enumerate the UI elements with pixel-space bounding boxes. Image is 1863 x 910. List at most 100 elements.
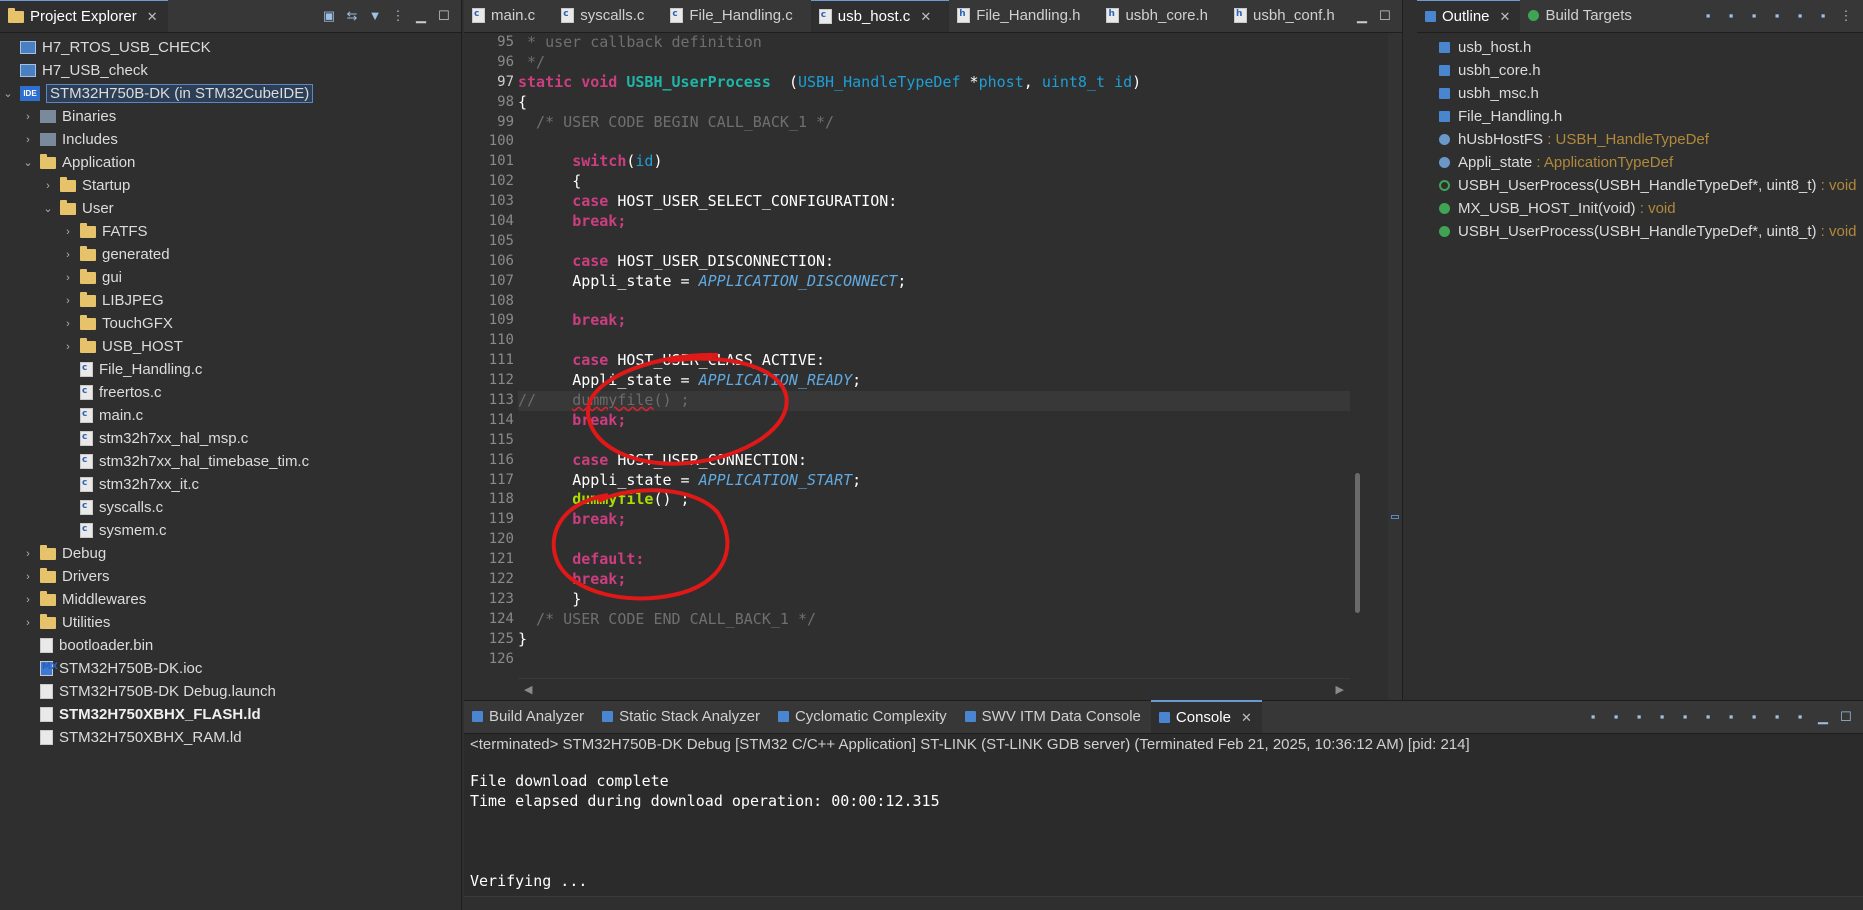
minimize-icon[interactable]: ▁	[1816, 709, 1830, 725]
tree-item[interactable]: sysmem.c	[0, 519, 461, 542]
chevron-right-icon[interactable]: ›	[22, 111, 34, 123]
tree-item[interactable]: freertos.c	[0, 381, 461, 404]
tree-item[interactable]: › gui	[0, 266, 461, 289]
scrollbar-thumb[interactable]	[1355, 473, 1360, 613]
chevron-right-icon[interactable]: ›	[62, 249, 74, 261]
link-editor-icon[interactable]: ⇆	[345, 8, 359, 24]
code-area[interactable]: * user callback definition */ static voi…	[518, 33, 1350, 678]
outline-item[interactable]: USBH_UserProcess(USBH_HandleTypeDef*, ui…	[1417, 174, 1863, 197]
tree-item[interactable]: stm32h7xx_hal_timebase_tim.c	[0, 450, 461, 473]
console-output[interactable]: File download complete Time elapsed durin…	[470, 771, 940, 891]
collapse-all-icon[interactable]: ▣	[322, 8, 336, 24]
chevron-right-icon[interactable]: ›	[22, 548, 34, 560]
close-icon[interactable]: ✕	[920, 9, 931, 25]
tree-item[interactable]: STM32H750B-DK Debug.launch	[0, 680, 461, 703]
tree-item[interactable]: › USB_HOST	[0, 335, 461, 358]
editor-tab[interactable]: usbh_core.h	[1098, 0, 1226, 32]
console-horizontal-scrollbar[interactable]	[464, 896, 1863, 910]
link-icon[interactable]: ▪	[1816, 8, 1830, 23]
tree-item[interactable]: STM32H750XBHX_FLASH.ld	[0, 703, 461, 726]
tree-item[interactable]: › Binaries	[0, 105, 461, 128]
close-icon[interactable]: ✕	[147, 9, 158, 25]
chevron-down-icon[interactable]: ⌄	[2, 87, 14, 100]
editor-tab[interactable]: File_Handling.c	[662, 0, 810, 32]
console-tab[interactable]: SWV ITM Data Console	[957, 700, 1151, 733]
display-console-icon[interactable]: ▪	[1770, 709, 1784, 724]
show-on-output-icon[interactable]: ▪	[1747, 709, 1761, 724]
tree-item[interactable]: › Drivers	[0, 565, 461, 588]
chevron-right-icon[interactable]: ›	[62, 272, 74, 284]
chevron-right-icon[interactable]: ›	[22, 617, 34, 629]
tree-item[interactable]: STM32H750XBHX_RAM.ld	[0, 726, 461, 749]
view-menu-icon[interactable]: ⋮	[1839, 8, 1853, 24]
outline-tab[interactable]: Build Targets	[1520, 0, 1641, 32]
close-icon[interactable]: ✕	[1500, 9, 1511, 25]
sort-icon[interactable]: ▪	[1770, 8, 1784, 23]
chevron-right-icon[interactable]: ›	[62, 226, 74, 238]
chevron-down-icon[interactable]: ⌄	[22, 156, 34, 169]
tree-item[interactable]: main.c	[0, 404, 461, 427]
chevron-right-icon[interactable]: ›	[62, 295, 74, 307]
outline-item[interactable]: usbh_msc.h	[1417, 82, 1863, 105]
chevron-down-icon[interactable]: ⌄	[42, 202, 54, 215]
filter-icon[interactable]: ▼	[368, 8, 382, 23]
console-tab[interactable]: Build Analyzer	[464, 700, 594, 733]
tree-item[interactable]: › TouchGFX	[0, 312, 461, 335]
tree-item[interactable]: › Debug	[0, 542, 461, 565]
console-tab[interactable]: Cyclomatic Complexity	[770, 700, 957, 733]
outline-item[interactable]: hUsbHostFS : USBH_HandleTypeDef	[1417, 128, 1863, 151]
tree-item[interactable]: syscalls.c	[0, 496, 461, 519]
outline-item[interactable]: usbh_core.h	[1417, 59, 1863, 82]
ruler-marker[interactable]	[1391, 515, 1399, 519]
tree-item[interactable]: ⌄ User	[0, 197, 461, 220]
open-console-icon[interactable]: ▪	[1793, 709, 1807, 724]
hide-fields-icon[interactable]: ▪	[1701, 8, 1715, 23]
tree-item[interactable]: › generated	[0, 243, 461, 266]
maximize-icon[interactable]: ☐	[1378, 8, 1392, 24]
chevron-right-icon[interactable]: ›	[22, 134, 34, 146]
editor-horizontal-scrollbar[interactable]: ◀ ▶	[518, 678, 1350, 700]
tree-item[interactable]: File_Handling.c	[0, 358, 461, 381]
clear-console-icon[interactable]: ▪	[1655, 709, 1669, 724]
outline-item[interactable]: usb_host.h	[1417, 36, 1863, 59]
chevron-right-icon[interactable]: ›	[42, 180, 54, 192]
editor-tab[interactable]: usb_host.c ✕	[810, 0, 950, 32]
editor-tab[interactable]: File_Handling.h	[949, 0, 1098, 32]
chevron-right-icon[interactable]: ›	[62, 341, 74, 353]
editor-tab[interactable]: syscalls.c	[553, 0, 662, 32]
scroll-left-icon[interactable]: ◀	[524, 683, 532, 696]
tree-item[interactable]: stm32h7xx_it.c	[0, 473, 461, 496]
tree-item[interactable]: H7_USB_check	[0, 59, 461, 82]
outline-item[interactable]: File_Handling.h	[1417, 105, 1863, 128]
tree-item[interactable]: ⌄ IDE STM32H750B-DK (in STM32CubeIDE)	[0, 82, 461, 105]
outline-item[interactable]: MX_USB_HOST_Init(void) : void	[1417, 197, 1863, 220]
overview-ruler[interactable]	[1388, 33, 1402, 700]
view-menu-icon[interactable]: ⋮	[391, 8, 405, 24]
group-icon[interactable]: ▪	[1793, 8, 1807, 23]
editor-tab[interactable]: main.c	[464, 0, 553, 32]
hide-static-icon[interactable]: ▪	[1724, 8, 1738, 23]
minimize-icon[interactable]: ▁	[414, 8, 428, 24]
outline-item[interactable]: Appli_state : ApplicationTypeDef	[1417, 151, 1863, 174]
tree-item[interactable]: ⌄ Application	[0, 151, 461, 174]
scroll-right-icon[interactable]: ▶	[1336, 683, 1344, 696]
editor-vertical-scrollbar[interactable]	[1353, 33, 1363, 678]
chevron-right-icon[interactable]: ›	[22, 594, 34, 606]
outline-item[interactable]: USBH_UserProcess(USBH_HandleTypeDef*, ui…	[1417, 220, 1863, 243]
console-tab[interactable]: Static Stack Analyzer	[594, 700, 770, 733]
tree-item[interactable]: › Utilities	[0, 611, 461, 634]
scroll-lock-icon[interactable]: ▪	[1678, 709, 1692, 724]
tree-item[interactable]: › Startup	[0, 174, 461, 197]
chevron-right-icon[interactable]: ›	[22, 571, 34, 583]
tree-item[interactable]: › Includes	[0, 128, 461, 151]
tree-item[interactable]: STM32H750B-DK.ioc	[0, 657, 461, 680]
tree-item[interactable]: H7_RTOS_USB_CHECK	[0, 36, 461, 59]
outline-tab[interactable]: Outline ✕	[1417, 0, 1521, 32]
tree-item[interactable]: stm32h7xx_hal_msp.c	[0, 427, 461, 450]
tab-project-explorer[interactable]: Project Explorer ✕	[0, 0, 168, 32]
remove-all-icon[interactable]: ▪	[1632, 709, 1646, 724]
close-icon[interactable]: ✕	[1241, 710, 1252, 726]
editor-tab[interactable]: usbh_conf.h	[1226, 0, 1353, 32]
pin-console-icon[interactable]: ▪	[1724, 709, 1738, 724]
hide-nonpublic-icon[interactable]: ▪	[1747, 8, 1761, 23]
